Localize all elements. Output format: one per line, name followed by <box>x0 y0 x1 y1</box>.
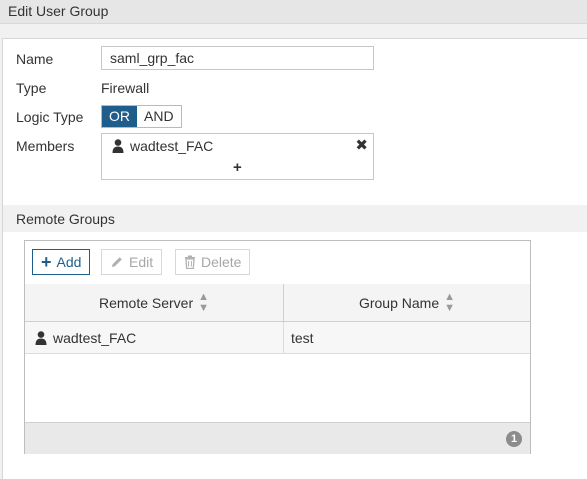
remote-server-value: wadtest_FAC <box>53 329 137 346</box>
add-member-icon[interactable]: + <box>233 159 242 176</box>
members-label: Members <box>16 138 75 154</box>
remove-member-icon[interactable]: ✖ <box>355 136 368 154</box>
table-row[interactable]: wadtest_FAC test <box>25 322 530 354</box>
delete-button-label: Delete <box>201 254 242 270</box>
table-footer: 1 <box>25 422 530 454</box>
logic-and-option[interactable]: AND <box>137 106 181 127</box>
type-value: Firewall <box>101 80 150 96</box>
logic-type-toggle: OR AND <box>101 105 182 128</box>
remote-groups-title: Remote Groups <box>16 211 115 227</box>
delete-button[interactable]: Delete <box>175 249 251 275</box>
column-header-group-name[interactable]: Group Name ▲ ▼ <box>284 284 530 321</box>
title-bar: Edit User Group <box>0 0 587 24</box>
type-label: Type <box>16 80 47 96</box>
edit-button-label: Edit <box>129 254 154 270</box>
name-label: Name <box>16 51 54 67</box>
user-icon <box>35 330 47 345</box>
edit-button[interactable]: Edit <box>101 249 163 275</box>
column-header-label: Group Name <box>358 294 440 311</box>
logic-type-label: Logic Type <box>16 109 84 125</box>
remote-groups-section-header: Remote Groups <box>3 205 587 232</box>
member-chip: wadtest_FAC <box>112 138 213 154</box>
trash-icon <box>185 255 195 269</box>
group-name-value: test <box>291 329 314 346</box>
add-button[interactable]: + Add <box>32 249 91 275</box>
column-header-label: Remote Server <box>98 294 194 311</box>
column-divider <box>283 322 284 353</box>
user-icon <box>112 139 124 153</box>
table-cell-remote-server: wadtest_FAC <box>35 322 136 353</box>
name-input[interactable]: saml_grp_fac <box>101 46 374 70</box>
table-toolbar: + Add Edit Delete <box>25 241 530 285</box>
table-header: Remote Server ▲ ▼ Group Name ▲ ▼ <box>25 284 530 322</box>
column-header-remote-server[interactable]: Remote Server ▲ ▼ <box>25 284 284 321</box>
pencil-icon <box>112 257 122 267</box>
members-field[interactable]: wadtest_FAC ✖ + <box>101 133 374 180</box>
remote-groups-table: + Add Edit Delete Remote Server ▲ ▼ Grou… <box>24 240 531 454</box>
member-label: wadtest_FAC <box>130 138 214 154</box>
table-cell-group-name: test <box>291 322 314 353</box>
sort-icon: ▲ ▼ <box>198 290 210 314</box>
add-button-label: Add <box>56 254 82 270</box>
logic-or-option[interactable]: OR <box>102 106 137 127</box>
window-title: Edit User Group <box>8 3 109 19</box>
plus-icon: + <box>41 252 52 272</box>
row-count-badge: 1 <box>506 431 522 447</box>
sort-icon: ▲ ▼ <box>444 290 456 314</box>
